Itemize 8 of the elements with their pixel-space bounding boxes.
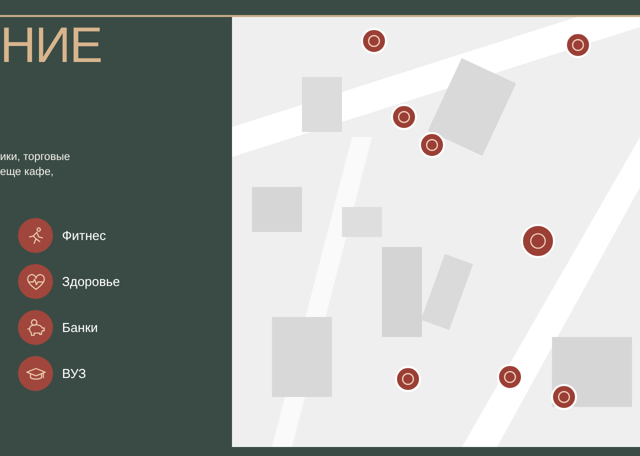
description-text: еще кафе, bbox=[0, 165, 54, 180]
legend-label: Фитнес bbox=[62, 226, 106, 245]
legend-label: Банки bbox=[62, 318, 98, 337]
section-heading: НИЕ bbox=[0, 20, 102, 70]
description-text: ики, торговые bbox=[0, 150, 70, 165]
legend-label: Здоровье bbox=[62, 272, 120, 291]
piggy-bank-icon bbox=[24, 316, 46, 338]
legend-label: ВУЗ bbox=[62, 364, 86, 383]
